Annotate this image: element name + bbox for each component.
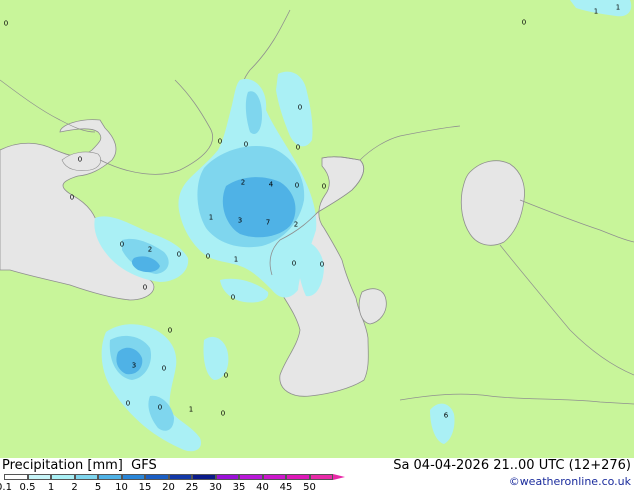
legend-swatch [98, 474, 122, 480]
legend-swatch [4, 474, 28, 480]
grid-value: 2 [293, 220, 299, 229]
precip-light [94, 0, 632, 452]
legend-swatch [309, 474, 333, 480]
legend-swatch [168, 474, 192, 480]
grid-value: 6 [443, 411, 449, 420]
legend-swatch [74, 474, 98, 480]
legend-swatch [145, 474, 169, 480]
garabogaz-bay [358, 288, 387, 325]
grid-value: 0 [230, 293, 236, 302]
grid-value: 0 [157, 403, 163, 412]
legend-label: 5 [94, 482, 102, 493]
legend-label: 25 [185, 482, 199, 493]
grid-value: 1 [188, 405, 194, 414]
legend-swatch [286, 474, 310, 480]
grid-value: 2 [240, 178, 246, 187]
grid-value: 0 [319, 260, 325, 269]
grid-value: 0 [217, 137, 223, 146]
grid-value: 0 [125, 399, 131, 408]
ural-river [359, 125, 461, 161]
grid-value: 3 [237, 216, 243, 225]
precipitation-map: 0 0 1 1 0 0 0 0 0 2 4 0 0 0 1 3 7 2 0 2 … [0, 0, 634, 458]
grid-value: 7 [265, 218, 271, 227]
grid-value: 0 [291, 259, 297, 268]
border-line-south [399, 393, 634, 405]
grid-value: 1 [233, 255, 239, 264]
map-graphic [0, 0, 634, 452]
legend-arrow [333, 474, 345, 480]
legend-label: 20 [162, 482, 175, 493]
legend-label: 10 [115, 482, 128, 493]
grid-value: 0 [205, 252, 211, 261]
legend-swatch [27, 474, 51, 480]
grid-value: 0 [295, 143, 301, 152]
legend-swatch [192, 474, 216, 480]
legend-label: 35 [232, 482, 246, 493]
legend-swatch [239, 474, 263, 480]
grid-value: 0 [119, 240, 125, 249]
grid-value: 4 [268, 180, 274, 189]
grid-value: 0 [297, 103, 303, 112]
grid-value: 0 [321, 182, 327, 191]
grid-value: 1 [593, 7, 599, 16]
legend-label: 50 [303, 482, 316, 493]
map-footer: Precipitation [mm] GFS Sa 04-04-2026 21.… [0, 458, 634, 493]
legend-swatch [215, 474, 239, 480]
legend-label: 2 [71, 482, 78, 493]
grid-value: 0 [243, 140, 249, 149]
grid-value: 1 [208, 213, 214, 222]
legend-label: 45 [279, 482, 293, 493]
grid-value: 0 [294, 181, 300, 190]
run-info: Sa 04-04-2026 21..00 UTC (12+276) [393, 458, 631, 473]
syr-darya-river [519, 199, 634, 243]
legend-label: 40 [256, 482, 269, 493]
legend-swatch [262, 474, 286, 480]
grid-value: 0 [220, 409, 226, 418]
grid-value: 1 [615, 3, 621, 12]
grid-value: 0 [223, 371, 229, 380]
grid-value: 0 [161, 364, 167, 373]
grid-value: 0 [77, 155, 83, 164]
grid-value: 0 [521, 18, 527, 27]
grid-value: 3 [131, 361, 137, 370]
map-title: Precipitation [mm] GFS [2, 458, 157, 473]
don-river [99, 79, 213, 175]
amu-darya-river [499, 244, 634, 376]
grid-value: 0 [3, 19, 9, 28]
grid-value: 0 [142, 283, 148, 292]
grid-value: 0 [167, 326, 173, 335]
legend-swatch [121, 474, 145, 480]
grid-value: 0 [69, 193, 75, 202]
grid-value: 2 [147, 245, 153, 254]
legend-label: 0.5 [19, 482, 36, 493]
legend-swatch [51, 474, 75, 480]
grid-value: 0 [176, 250, 182, 259]
legend-label: 15 [138, 482, 152, 493]
credit-link[interactable]: ©weatheronline.co.uk [509, 475, 631, 488]
legend-label: 30 [209, 482, 222, 493]
legend-label: 1 [47, 482, 55, 493]
aral-sea [460, 160, 525, 246]
legend-label: 0.1 [0, 482, 12, 493]
